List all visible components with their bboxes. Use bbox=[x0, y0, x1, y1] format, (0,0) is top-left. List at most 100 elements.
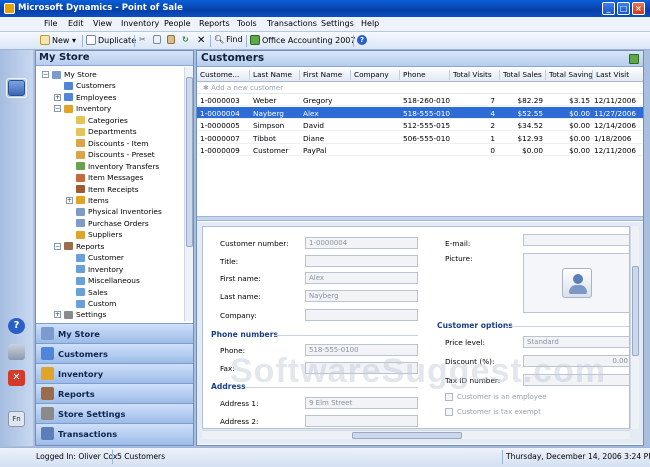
first-name-field[interactable]: Alex bbox=[305, 272, 418, 284]
table-row[interactable]: 1-0000004 Nayberg Alex 518-555-0100 4 $52.55 $… bbox=[197, 106, 643, 119]
tree-item[interactable]: Items bbox=[76, 196, 109, 205]
tax-exempt-checkbox[interactable]: Customer is tax exempt bbox=[445, 408, 541, 416]
nav-button-inventory[interactable]: Inventory bbox=[36, 363, 193, 383]
customer-picture[interactable] bbox=[523, 253, 629, 313]
menu-transactions[interactable]: Transactions bbox=[267, 19, 317, 28]
column-header[interactable]: Custome... bbox=[197, 70, 250, 80]
tree-item[interactable]: Item Messages bbox=[76, 173, 143, 182]
price-level-select[interactable]: Standard bbox=[523, 336, 629, 348]
nav-button-reports[interactable]: Reports bbox=[36, 383, 193, 403]
tree-item[interactable]: Settings bbox=[64, 310, 106, 319]
tree-item[interactable]: My Store bbox=[52, 70, 97, 79]
table-row[interactable]: 1-0000003 Weber Gregory 518-260-0108 7 $82.29… bbox=[197, 94, 643, 106]
tree-item[interactable]: Item Receipts bbox=[76, 185, 139, 194]
employee-checkbox[interactable]: Customer is an employee bbox=[445, 393, 547, 401]
duplicate-button[interactable]: Duplicate bbox=[86, 35, 136, 45]
tree-item[interactable]: Suppliers bbox=[76, 230, 122, 239]
exit-icon[interactable]: ✕ bbox=[8, 370, 25, 386]
customer-number-field[interactable]: 1-0000004 bbox=[305, 237, 418, 249]
detail-horizontal-scrollbar[interactable] bbox=[202, 430, 630, 439]
detail-vertical-scrollbar[interactable] bbox=[630, 226, 639, 429]
column-header[interactable]: Total Savings bbox=[546, 70, 593, 80]
price-level-label: Price level: bbox=[445, 338, 485, 347]
add-new-customer-row[interactable]: ✱ Add a new customer bbox=[197, 82, 643, 94]
find-button[interactable]: 🔍︎ Find bbox=[214, 35, 243, 44]
close-button[interactable]: × bbox=[632, 2, 645, 15]
minimize-button[interactable]: _ bbox=[602, 2, 615, 15]
menu-people[interactable]: People bbox=[164, 19, 191, 28]
tree-item-label: Miscellaneous bbox=[88, 276, 140, 286]
nav-button-store-settings[interactable]: Store Settings bbox=[36, 403, 193, 423]
tree-item[interactable]: Categories bbox=[76, 116, 128, 125]
cut-button[interactable]: ✂ bbox=[139, 35, 146, 44]
tree-scrollbar[interactable] bbox=[184, 67, 193, 321]
nav-button-transactions[interactable]: Transactions bbox=[36, 423, 193, 445]
tree-item[interactable]: Sales bbox=[76, 288, 108, 297]
column-header[interactable]: First Name bbox=[300, 70, 351, 80]
tree-item[interactable]: Custom bbox=[76, 299, 116, 308]
tools-icon[interactable] bbox=[8, 344, 25, 360]
address1-field[interactable]: 9 Elm Street bbox=[305, 397, 418, 409]
menu-tools[interactable]: Tools bbox=[237, 19, 257, 28]
help-circle-icon[interactable]: ? bbox=[8, 318, 25, 334]
menu-file[interactable]: File bbox=[44, 19, 57, 28]
menu-help[interactable]: Help bbox=[361, 19, 379, 28]
copy-button[interactable] bbox=[153, 35, 163, 44]
title-field[interactable] bbox=[305, 255, 418, 267]
detail-scrollbar-thumb[interactable] bbox=[632, 266, 639, 356]
paste-button[interactable] bbox=[167, 35, 177, 44]
column-header[interactable]: Company bbox=[351, 70, 400, 80]
delete-button[interactable]: ✕ bbox=[197, 35, 205, 46]
company-field[interactable] bbox=[305, 309, 418, 321]
tree-expander[interactable]: − bbox=[54, 105, 61, 113]
email-field[interactable] bbox=[523, 234, 629, 246]
checkbox-box[interactable] bbox=[445, 408, 453, 416]
tree-item[interactable]: Inventory bbox=[64, 104, 111, 113]
company-selector[interactable]: Office Accounting 2007 ▾ bbox=[250, 35, 362, 45]
tree-item[interactable]: Discounts - Item bbox=[76, 139, 149, 148]
menu-inventory[interactable]: Inventory bbox=[121, 19, 159, 28]
column-header[interactable]: Last Visit bbox=[593, 70, 643, 80]
tree-item[interactable]: Departments bbox=[76, 127, 137, 136]
tree-expander[interactable]: + bbox=[54, 311, 61, 319]
column-header[interactable]: Last Name bbox=[250, 70, 300, 80]
tree-item[interactable]: Inventory Transfers bbox=[76, 162, 159, 171]
tree-item[interactable]: Purchase Orders bbox=[76, 219, 149, 228]
tree-item[interactable]: Customers bbox=[64, 81, 116, 90]
tree-item[interactable]: Physical Inventories bbox=[76, 207, 162, 216]
address2-field[interactable] bbox=[305, 415, 418, 427]
excel-export-icon[interactable] bbox=[629, 54, 639, 64]
detail-hscrollbar-thumb[interactable] bbox=[352, 432, 462, 439]
checkbox-box[interactable] bbox=[445, 393, 453, 401]
column-header[interactable]: Total Sales bbox=[500, 70, 546, 80]
tree-expander[interactable]: − bbox=[54, 242, 61, 250]
menu-view[interactable]: View bbox=[93, 19, 112, 28]
column-header[interactable]: Total Visits bbox=[450, 70, 500, 80]
menu-reports[interactable]: Reports bbox=[199, 19, 230, 28]
maximize-button[interactable]: □ bbox=[617, 2, 630, 15]
table-row[interactable]: 1-0000009 Customer PayPal 0 $0.00 $0.00 12/11/… bbox=[197, 144, 643, 156]
tree-item[interactable]: Employees bbox=[64, 93, 116, 102]
column-header[interactable]: Phone bbox=[400, 70, 450, 80]
tree-item[interactable]: Reports bbox=[64, 242, 104, 251]
pane-splitter[interactable] bbox=[197, 216, 643, 221]
new-button[interactable]: New ▾ bbox=[40, 35, 76, 45]
tree-item[interactable]: Miscellaneous bbox=[76, 276, 140, 285]
nav-button-customers[interactable]: Customers bbox=[36, 343, 193, 363]
tree-expander[interactable]: + bbox=[54, 93, 61, 101]
last-name-field[interactable]: Nayberg bbox=[305, 290, 418, 302]
nav-button-my-store[interactable]: My Store bbox=[36, 323, 193, 343]
keyboard-icon[interactable]: Fn bbox=[8, 411, 25, 427]
tree-scrollbar-thumb[interactable] bbox=[186, 77, 193, 247]
table-row[interactable]: 1-0000007 Tibbot Diane 506-555-0106 1 $12.93 $… bbox=[197, 132, 643, 144]
menu-settings[interactable]: Settings bbox=[321, 19, 354, 28]
menu-edit[interactable]: Edit bbox=[68, 19, 84, 28]
tree-item[interactable]: Discounts - Preset bbox=[76, 150, 155, 159]
help-button[interactable]: ? bbox=[357, 35, 367, 45]
refresh-button[interactable]: ↻ bbox=[182, 35, 189, 44]
tree-expander[interactable]: − bbox=[42, 71, 49, 78]
tree-item[interactable]: Customer bbox=[76, 253, 124, 262]
tree-expander[interactable]: + bbox=[66, 196, 73, 204]
table-row[interactable]: 1-0000005 Simpson David 512-555-0152 2 $34.52… bbox=[197, 119, 643, 131]
tree-item[interactable]: Inventory bbox=[76, 265, 123, 274]
